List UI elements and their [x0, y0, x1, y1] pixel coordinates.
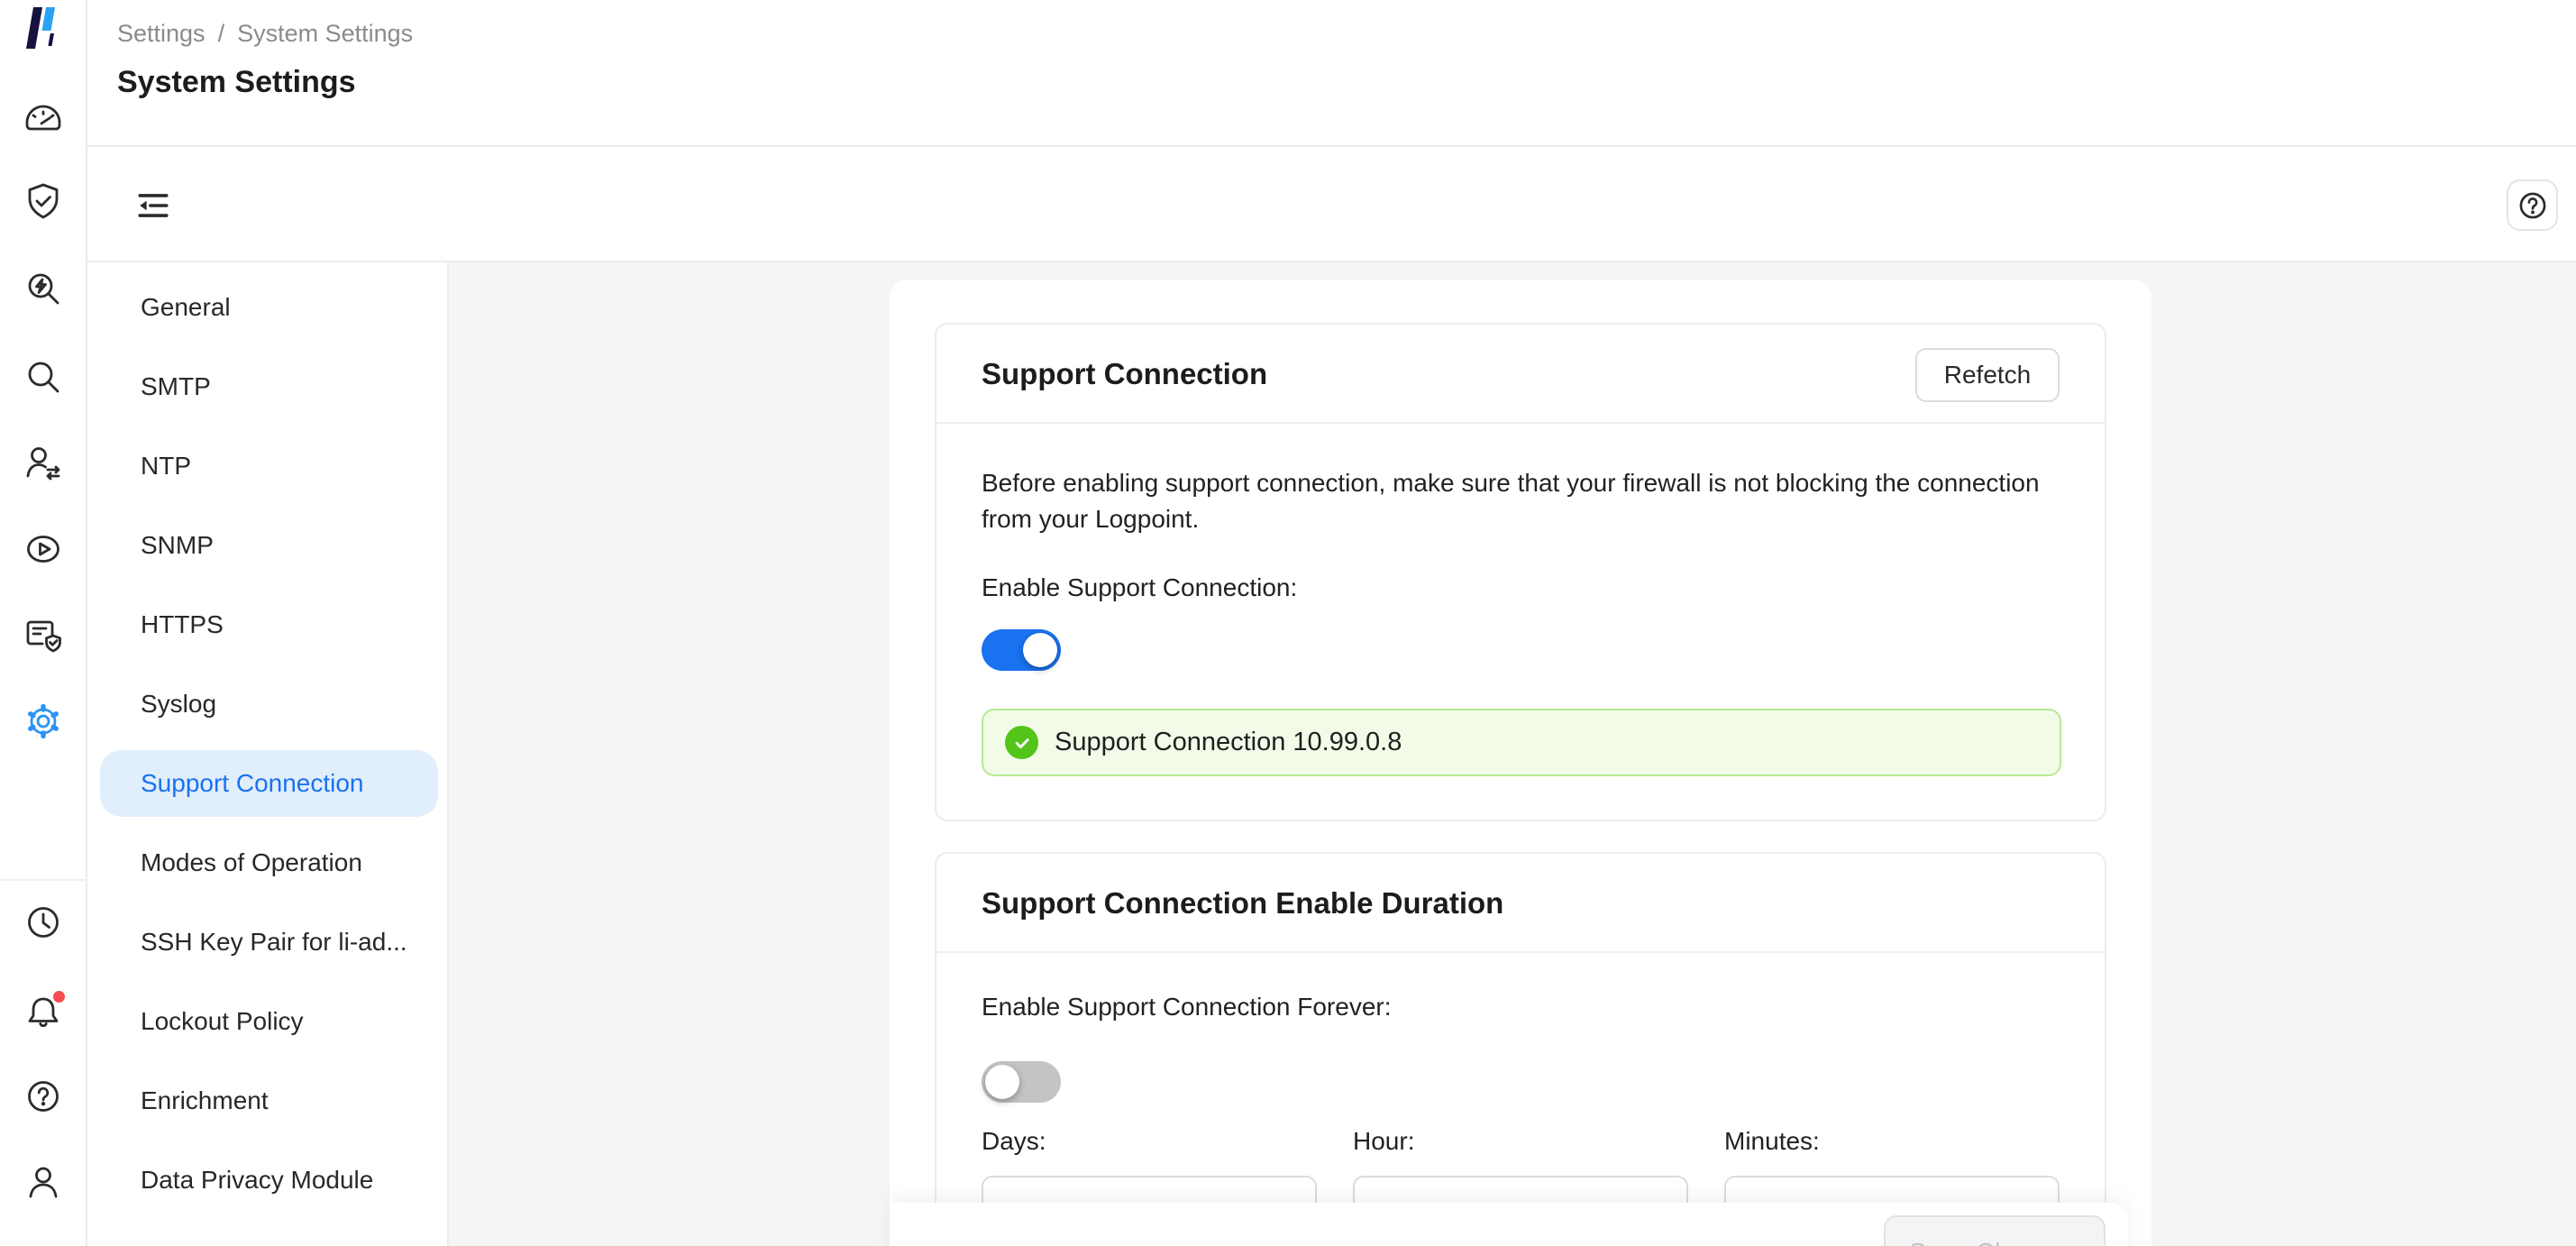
sidebar-item-label: Modes of Operation [141, 848, 362, 877]
save-changes-button[interactable]: Save Changes [1884, 1215, 2106, 1246]
page-title: System Settings [117, 65, 356, 100]
rail-divider [0, 879, 87, 881]
dashboard-gauge-icon [22, 96, 65, 139]
rail-item-threat-hunting[interactable] [20, 266, 67, 313]
rail-item-history[interactable] [20, 899, 67, 946]
sidebar-item-snmp[interactable]: SNMP [87, 506, 447, 585]
notification-badge [53, 991, 65, 1003]
sidebar-item-label: Syslog [141, 690, 216, 719]
help-button[interactable] [2507, 179, 2558, 231]
sidebar-item-modes-of-operation[interactable]: Modes of Operation [87, 823, 447, 902]
toolbar-band [87, 147, 2576, 262]
sidebar-item-data-privacy-module[interactable]: Data Privacy Module [87, 1141, 447, 1220]
days-label: Days: [982, 1127, 1317, 1156]
enable-duration-card: Support Connection Enable Duration Enabl… [935, 852, 2106, 1246]
rail-item-settings[interactable] [20, 698, 67, 745]
minutes-label: Minutes: [1724, 1127, 2060, 1156]
logpoint-logo-icon [23, 5, 64, 50]
settings-menu: General SMTP NTP SNMP HTTPS Syslog Suppo… [87, 268, 447, 1220]
card-title: Support Connection Enable Duration [982, 854, 1503, 953]
refetch-button[interactable]: Refetch [1915, 348, 2060, 402]
rail-item-reports[interactable] [20, 611, 67, 658]
sidebar-item-label: HTTPS [141, 610, 224, 639]
hour-label: Hour: [1353, 1127, 1688, 1156]
sidebar-item-enrichment[interactable]: Enrichment [87, 1061, 447, 1141]
search-icon [22, 355, 65, 399]
shield-check-icon [22, 180, 65, 224]
rail-item-profile[interactable] [20, 1159, 67, 1205]
sidebar-item-lockout-policy[interactable]: Lockout Policy [87, 982, 447, 1061]
breadcrumb-separator: / [218, 20, 225, 47]
sidebar-item-https[interactable]: HTTPS [87, 585, 447, 664]
enable-forever-toggle[interactable] [982, 1061, 1061, 1103]
menu-fold-icon [136, 188, 170, 223]
rail-item-user-accounts[interactable] [20, 440, 67, 487]
sidebar-item-ntp[interactable]: NTP [87, 426, 447, 506]
settings-panel: Support Connection Refetch Before enabli… [890, 279, 2151, 1246]
card-header: Support Connection Refetch [936, 325, 2105, 424]
page-header: Settings / System Settings System Settings [87, 0, 2576, 147]
support-connection-status-banner: Support Connection 10.99.0.8 [982, 709, 2061, 776]
rail-item-dashboard[interactable] [20, 94, 67, 141]
user-icon [22, 1160, 65, 1204]
question-circle-icon [2516, 188, 2550, 223]
enable-support-connection-label: Enable Support Connection: [982, 573, 1297, 602]
play-circle-icon [22, 527, 65, 571]
rail-item-help[interactable] [20, 1073, 67, 1120]
sidebar-item-ssh-key-pair[interactable]: SSH Key Pair for li-ad... [87, 902, 447, 982]
app-root: Settings / System Settings System Settings… [0, 0, 2576, 1246]
rail-item-playback[interactable] [20, 526, 67, 573]
user-switch-icon [22, 442, 65, 485]
breadcrumb-settings[interactable]: Settings [117, 20, 206, 47]
breadcrumb: Settings / System Settings [117, 20, 413, 48]
sidebar-item-smtp[interactable]: SMTP [87, 347, 447, 426]
sidebar-item-support-connection[interactable]: Support Connection [100, 750, 438, 817]
save-footer: Save Changes [890, 1203, 2128, 1246]
settings-sidebar: General SMTP NTP SNMP HTTPS Syslog Suppo… [87, 262, 449, 1246]
sidebar-item-label: NTP [141, 452, 191, 481]
threat-magnifier-icon [22, 268, 65, 311]
rail-item-search[interactable] [20, 353, 67, 400]
clock-icon [22, 901, 65, 944]
sidebar-item-general[interactable]: General [87, 268, 447, 347]
sidebar-item-label: SSH Key Pair for li-ad... [141, 928, 407, 957]
toggle-knob [1023, 633, 1057, 667]
toggle-knob [985, 1065, 1019, 1099]
rail-item-compliance[interactable] [20, 179, 67, 225]
support-connection-card: Support Connection Refetch Before enabli… [935, 323, 2106, 821]
rail-item-notifications[interactable] [20, 989, 67, 1036]
sidebar-item-label: SNMP [141, 531, 214, 560]
settings-gear-icon [22, 700, 65, 743]
sidebar-item-label: Enrichment [141, 1086, 269, 1115]
sidebar-item-label: Data Privacy Module [141, 1166, 373, 1195]
sidebar-item-label: SMTP [141, 372, 211, 401]
icon-rail [0, 0, 87, 1246]
sidebar-item-label: General [141, 293, 231, 322]
card-title: Support Connection [982, 325, 1267, 424]
main-content: Support Connection Refetch Before enabli… [449, 262, 2576, 1246]
sidebar-item-syslog[interactable]: Syslog [87, 664, 447, 744]
question-circle-icon [22, 1075, 65, 1118]
enable-forever-label: Enable Support Connection Forever: [982, 993, 1392, 1022]
support-connection-description: Before enabling support connection, make… [982, 465, 2067, 537]
sidebar-item-label: Lockout Policy [141, 1007, 304, 1036]
sidebar-item-label: Support Connection [141, 769, 364, 798]
sidebar-collapse-button[interactable] [134, 187, 172, 224]
success-check-icon [1005, 726, 1038, 759]
card-header: Support Connection Enable Duration [936, 854, 2105, 953]
status-banner-text: Support Connection 10.99.0.8 [1055, 728, 1402, 757]
brand-logo[interactable] [20, 5, 67, 51]
report-shield-icon [22, 613, 65, 656]
breadcrumb-system-settings[interactable]: System Settings [237, 20, 413, 47]
enable-support-connection-toggle[interactable] [982, 629, 1061, 671]
